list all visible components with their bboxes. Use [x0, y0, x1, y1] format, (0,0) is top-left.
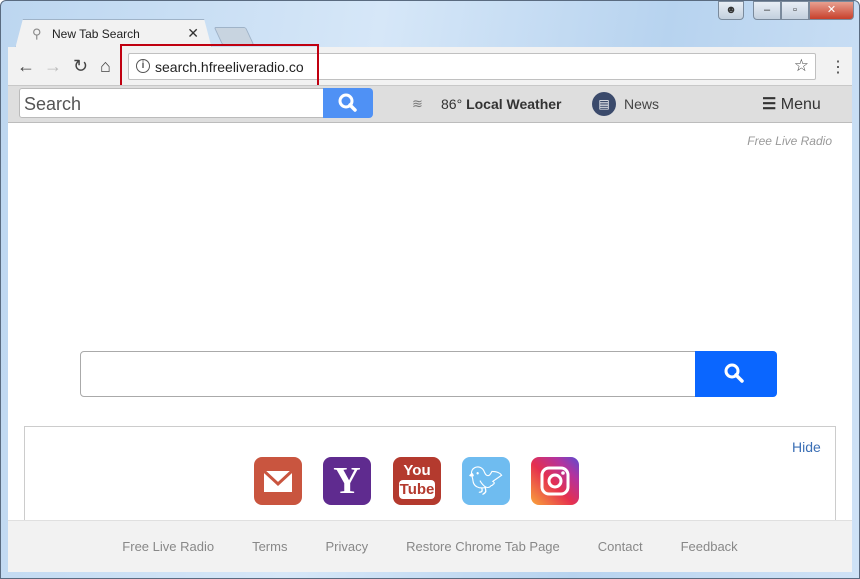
footer: Free Live Radio Terms Privacy Restore Ch…: [8, 520, 852, 572]
close-tab-icon[interactable]: ✕: [187, 25, 199, 42]
weather-link[interactable]: 86° Local Weather: [441, 96, 562, 112]
main-search-button[interactable]: [695, 351, 777, 397]
minimize-button[interactable]: –: [753, 1, 781, 20]
maximize-button[interactable]: ▫: [781, 1, 809, 20]
news-icon[interactable]: ▤: [592, 92, 616, 116]
hamburger-icon: ☰: [762, 96, 777, 113]
news-link[interactable]: News: [624, 96, 659, 112]
footer-link-contact[interactable]: Contact: [598, 521, 643, 572]
yahoo-icon[interactable]: Y: [323, 457, 371, 505]
twitter-icon[interactable]: 🐦︎: [462, 457, 510, 505]
footer-link-privacy[interactable]: Privacy: [325, 521, 368, 572]
youtube-text-top: You: [403, 462, 431, 479]
bookmark-star-icon[interactable]: ☆: [794, 56, 809, 76]
reload-icon[interactable]: ↻: [73, 56, 88, 77]
footer-link-restore[interactable]: Restore Chrome Tab Page: [406, 521, 560, 572]
youtube-icon[interactable]: You Tube: [393, 457, 441, 505]
home-icon[interactable]: ⌂: [100, 56, 111, 77]
brand-label: Free Live Radio: [747, 134, 832, 148]
tab-title: New Tab Search: [52, 27, 140, 41]
forward-icon[interactable]: →: [44, 56, 62, 77]
back-icon[interactable]: ←: [17, 56, 35, 77]
gmail-icon[interactable]: [254, 457, 302, 505]
hide-link[interactable]: Hide: [792, 439, 821, 455]
highlight-box: [120, 44, 319, 89]
top-search-button[interactable]: [323, 88, 373, 118]
temperature: 86°: [441, 96, 463, 112]
chrome-menu-icon[interactable]: ⋮: [830, 57, 846, 77]
menu-button[interactable]: ☰ Menu: [762, 94, 821, 114]
instagram-icon[interactable]: [531, 457, 579, 505]
search-icon: [724, 363, 744, 383]
search-icon: ⚲: [32, 26, 42, 41]
menu-label: Menu: [780, 96, 821, 113]
footer-link-terms[interactable]: Terms: [252, 521, 287, 572]
profile-icon[interactable]: ☻: [718, 1, 744, 20]
close-window-button[interactable]: ✕: [809, 1, 854, 20]
search-icon: [338, 93, 357, 112]
footer-link-feedback[interactable]: Feedback: [681, 521, 738, 572]
top-search-input[interactable]: Search: [19, 88, 324, 118]
weather-icon: ≋: [412, 96, 423, 111]
youtube-text-bottom: Tube: [399, 480, 435, 499]
main-search-input[interactable]: [80, 351, 697, 397]
footer-link-free-live-radio[interactable]: Free Live Radio: [122, 521, 214, 572]
weather-label: Local Weather: [466, 96, 562, 112]
